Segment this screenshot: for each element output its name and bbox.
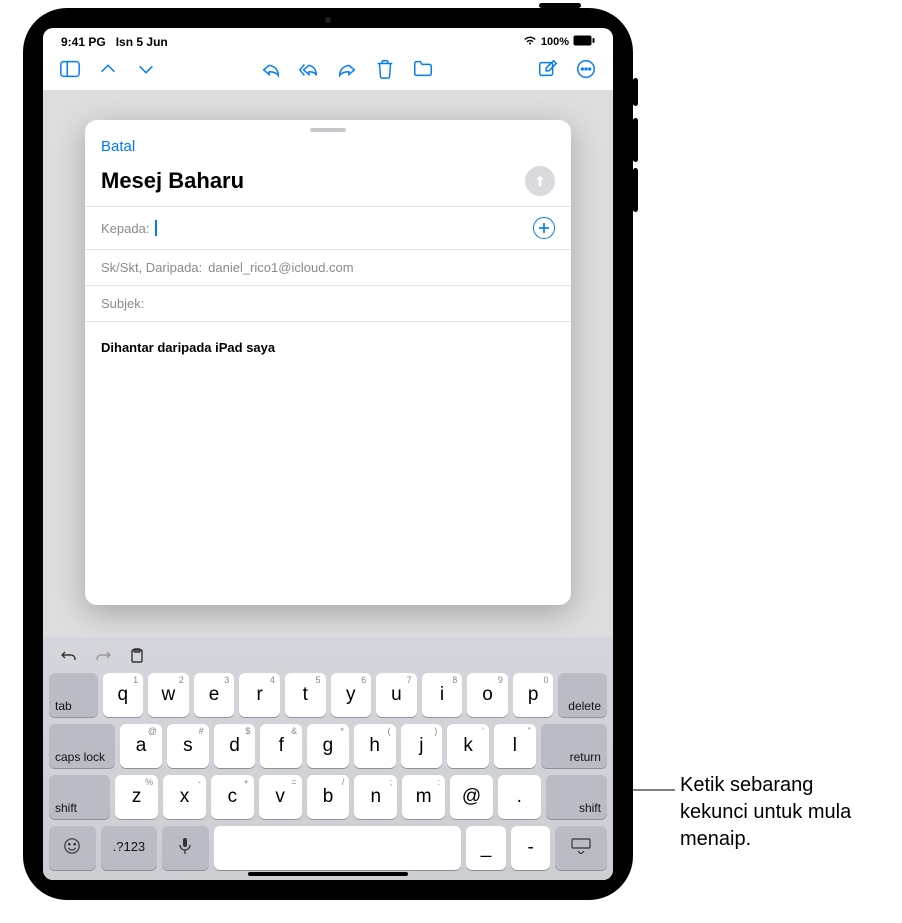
subject-field-row[interactable]: Subjek: [85, 285, 571, 321]
from-value: daniel_rico1@icloud.com [208, 260, 353, 275]
keyboard-row-2: caps lock @a #s $d &f *g (h )j 'k "l ret… [49, 724, 607, 768]
keyboard-shortcut-row [49, 643, 607, 673]
key-h[interactable]: (h [354, 724, 396, 768]
key-m[interactable]: :m [402, 775, 445, 819]
subject-label: Subjek: [101, 296, 144, 311]
ipad-screen: 9:41 PG Isn 5 Jun 100% [43, 28, 613, 880]
dismiss-keyboard-key[interactable] [555, 826, 607, 870]
reply-all-icon[interactable] [296, 56, 322, 82]
emoji-icon [63, 837, 81, 855]
key-c[interactable]: +c [211, 775, 254, 819]
add-contact-button[interactable] [533, 217, 555, 239]
keyboard-row-4: .?123 _ - [49, 826, 607, 870]
cc-field-row[interactable]: Sk/Skt, Daripada: daniel_rico1@icloud.co… [85, 249, 571, 285]
key-i[interactable]: 8i [422, 673, 463, 717]
key-a[interactable]: @a [120, 724, 162, 768]
key-q[interactable]: 1q [103, 673, 144, 717]
trash-icon[interactable] [372, 56, 398, 82]
ipad-frame: 9:41 PG Isn 5 Jun 100% [23, 8, 633, 900]
home-indicator[interactable] [248, 872, 408, 876]
keyboard-row-3: shift %z -x +c =v /b ;n :m @ . shift [49, 775, 607, 819]
key-p[interactable]: 0p [513, 673, 554, 717]
delete-key[interactable]: delete [558, 673, 607, 717]
redo-icon[interactable] [91, 645, 115, 667]
text-cursor [155, 220, 157, 236]
keyboard-row-1: tab 1q 2w 3e 4r 5t 6y 7u 8i 9o 0p delete [49, 673, 607, 717]
key-r[interactable]: 4r [239, 673, 280, 717]
chevron-down-icon[interactable] [133, 56, 159, 82]
numbers-key[interactable]: .?123 [101, 826, 158, 870]
key-v[interactable]: =v [259, 775, 302, 819]
cc-label: Sk/Skt, Daripada: [101, 260, 202, 275]
key-x[interactable]: -x [163, 775, 206, 819]
key-f[interactable]: &f [260, 724, 302, 768]
key-u[interactable]: 7u [376, 673, 417, 717]
key-d[interactable]: $d [214, 724, 256, 768]
space-key[interactable] [214, 826, 461, 870]
tab-key[interactable]: tab [49, 673, 98, 717]
return-key[interactable]: return [541, 724, 607, 768]
camera-dot [325, 17, 331, 23]
folder-icon[interactable] [410, 56, 436, 82]
status-time: 9:41 PG [61, 35, 106, 49]
undo-icon[interactable] [57, 645, 81, 667]
key-g[interactable]: *g [307, 724, 349, 768]
key-o[interactable]: 9o [467, 673, 508, 717]
status-date: Isn 5 Jun [116, 35, 168, 49]
reply-icon[interactable] [258, 56, 284, 82]
volume-down-button[interactable] [633, 168, 638, 212]
key-at[interactable]: @ [450, 775, 493, 819]
status-right: 100% [523, 35, 595, 49]
send-button[interactable] [525, 166, 555, 196]
emoji-key[interactable] [49, 826, 96, 870]
key-z[interactable]: %z [115, 775, 158, 819]
key-n[interactable]: ;n [354, 775, 397, 819]
signature-text: Dihantar daripada iPad saya [101, 340, 275, 355]
key-l[interactable]: "l [494, 724, 536, 768]
compose-title: Mesej Baharu [101, 168, 244, 194]
compose-icon[interactable] [535, 56, 561, 82]
compose-sheet: Batal Mesej Baharu Kepada: Sk/Skt, Darip… [85, 120, 571, 605]
battery-icon [573, 35, 595, 49]
key-s[interactable]: #s [167, 724, 209, 768]
key-y[interactable]: 6y [331, 673, 372, 717]
mic-icon [178, 837, 192, 855]
key-period[interactable]: . [498, 775, 541, 819]
key-e[interactable]: 3e [194, 673, 235, 717]
message-body[interactable]: Dihantar daripada iPad saya [85, 321, 571, 605]
shift-key-right[interactable]: shift [546, 775, 607, 819]
clipboard-icon[interactable] [125, 645, 149, 667]
key-b[interactable]: /b [307, 775, 350, 819]
key-j[interactable]: )j [401, 724, 443, 768]
battery-percent: 100% [541, 36, 569, 48]
keyboard: tab 1q 2w 3e 4r 5t 6y 7u 8i 9o 0p delete… [43, 637, 613, 880]
power-button[interactable] [539, 3, 581, 8]
callout-line [627, 700, 685, 797]
key-underscore[interactable]: _ [466, 826, 506, 870]
mail-toolbar [43, 52, 613, 88]
status-bar: 9:41 PG Isn 5 Jun 100% [43, 28, 613, 52]
key-w[interactable]: 2w [148, 673, 189, 717]
to-field-row[interactable]: Kepada: [85, 206, 571, 249]
dictation-key[interactable] [162, 826, 209, 870]
shift-key-left[interactable]: shift [49, 775, 110, 819]
more-icon[interactable] [573, 56, 599, 82]
wifi-icon [523, 35, 537, 49]
arrow-up-icon [532, 173, 548, 189]
cancel-button[interactable]: Batal [101, 138, 135, 155]
key-k[interactable]: 'k [447, 724, 489, 768]
status-left: 9:41 PG Isn 5 Jun [61, 35, 168, 49]
keyboard-dismiss-icon [571, 838, 591, 854]
side-button-1[interactable] [633, 78, 638, 106]
forward-icon[interactable] [334, 56, 360, 82]
capslock-key[interactable]: caps lock [49, 724, 115, 768]
volume-up-button[interactable] [633, 118, 638, 162]
key-hyphen[interactable]: - [511, 826, 551, 870]
plus-icon [538, 222, 550, 234]
sidebar-toggle-icon[interactable] [57, 56, 83, 82]
to-label: Kepada: [101, 221, 149, 236]
chevron-up-icon[interactable] [95, 56, 121, 82]
key-t[interactable]: 5t [285, 673, 326, 717]
callout-text: Ketik sebarang kekunci untuk mula menaip… [680, 772, 880, 853]
